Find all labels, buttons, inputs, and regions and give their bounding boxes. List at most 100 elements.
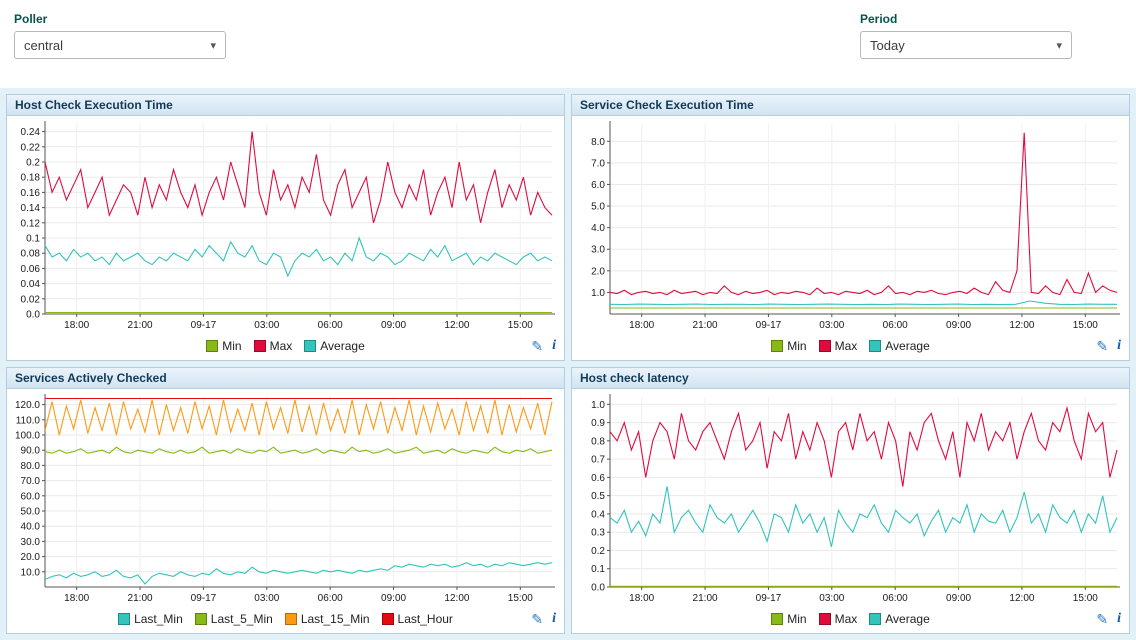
info-icon[interactable]: i <box>552 338 556 354</box>
svg-text:0.12: 0.12 <box>21 218 41 229</box>
svg-text:0.6: 0.6 <box>591 473 605 484</box>
edit-graph-icon[interactable]: ✎ <box>1096 611 1108 628</box>
svg-text:21:00: 21:00 <box>128 320 153 331</box>
legend-label: Min <box>787 612 806 626</box>
legend-label: Last_Hour <box>398 612 453 626</box>
legend-item-min[interactable]: Min <box>206 339 241 353</box>
svg-text:100.0: 100.0 <box>15 431 40 442</box>
svg-text:6.0: 6.0 <box>591 180 605 191</box>
svg-text:0.1: 0.1 <box>26 234 40 245</box>
svg-text:0.4: 0.4 <box>591 509 605 520</box>
svg-text:1.0: 1.0 <box>591 288 605 299</box>
panel-host-check-execution-time: Host Check Execution Time 0.240.220.20.1… <box>6 94 565 361</box>
legend-item-average[interactable]: Average <box>869 339 929 353</box>
service-check-execution-time-chart: 8.07.06.05.04.03.02.01.018:0021:0009-170… <box>572 116 1129 334</box>
poller-select-value: central <box>24 38 63 53</box>
legend-item-last_15_min[interactable]: Last_15_Min <box>285 612 370 626</box>
svg-text:12:00: 12:00 <box>444 593 469 604</box>
legend-item-last_min[interactable]: Last_Min <box>118 612 183 626</box>
filter-bar: Poller central ▾ Period Today ▾ <box>0 0 1136 88</box>
legend-swatch <box>304 340 316 352</box>
legend-label: Last_Min <box>134 612 183 626</box>
svg-text:2.0: 2.0 <box>591 266 605 277</box>
chevron-down-icon: ▾ <box>1056 39 1062 52</box>
poller-filter-group: Poller central ▾ <box>14 12 226 88</box>
period-select-value: Today <box>870 38 905 53</box>
svg-text:09:00: 09:00 <box>946 320 971 331</box>
svg-text:0.14: 0.14 <box>21 203 41 214</box>
svg-text:21:00: 21:00 <box>128 593 153 604</box>
period-select[interactable]: Today ▾ <box>860 31 1072 59</box>
poller-label: Poller <box>14 12 226 26</box>
svg-text:0.06: 0.06 <box>21 264 41 275</box>
legend-swatch <box>771 613 783 625</box>
host-check-latency-chart: 1.00.90.80.70.60.50.40.30.20.10.018:0021… <box>572 389 1129 607</box>
panel-services-actively-checked: Services Actively Checked 120.0110.0100.… <box>6 367 565 634</box>
svg-text:15:00: 15:00 <box>1073 593 1098 604</box>
charts-grid: Host Check Execution Time 0.240.220.20.1… <box>0 88 1136 640</box>
info-icon[interactable]: i <box>1117 611 1121 627</box>
svg-text:0.18: 0.18 <box>21 173 41 184</box>
svg-text:06:00: 06:00 <box>318 320 343 331</box>
period-filter-group: Period Today ▾ <box>860 12 1072 88</box>
svg-text:15:00: 15:00 <box>1073 320 1098 331</box>
svg-text:90.0: 90.0 <box>21 446 41 457</box>
legend-item-min[interactable]: Min <box>771 612 806 626</box>
chart-area: 0.240.220.20.180.160.140.120.10.080.060.… <box>7 116 564 334</box>
svg-text:110.0: 110.0 <box>16 415 41 426</box>
svg-text:12:00: 12:00 <box>1009 320 1034 331</box>
host-check-execution-time-chart: 0.240.220.20.180.160.140.120.10.080.060.… <box>7 116 564 334</box>
svg-text:0.5: 0.5 <box>591 491 605 502</box>
legend-item-max[interactable]: Max <box>819 339 858 353</box>
svg-text:1.0: 1.0 <box>591 400 605 411</box>
legend-label: Min <box>222 339 241 353</box>
svg-text:0.16: 0.16 <box>21 188 41 199</box>
legend-swatch <box>771 340 783 352</box>
svg-text:50.0: 50.0 <box>21 507 41 518</box>
legend-items: Last_Min Last_5_Min Last_15_Min Last_Hour <box>118 612 453 626</box>
svg-text:0.2: 0.2 <box>26 158 40 169</box>
legend-item-average[interactable]: Average <box>869 612 929 626</box>
legend-item-max[interactable]: Max <box>819 612 858 626</box>
svg-text:7.0: 7.0 <box>591 158 605 169</box>
svg-text:21:00: 21:00 <box>693 320 718 331</box>
svg-text:15:00: 15:00 <box>508 593 533 604</box>
legend-item-max[interactable]: Max <box>254 339 293 353</box>
panel-title: Service Check Execution Time <box>572 95 1129 116</box>
svg-text:20.0: 20.0 <box>21 552 41 563</box>
legend-label: Min <box>787 339 806 353</box>
svg-text:120.0: 120.0 <box>15 400 40 411</box>
legend-swatch <box>869 613 881 625</box>
info-icon[interactable]: i <box>552 611 556 627</box>
svg-text:80.0: 80.0 <box>21 461 41 472</box>
legend-item-min[interactable]: Min <box>771 339 806 353</box>
svg-text:4.0: 4.0 <box>591 223 605 234</box>
legend-swatch <box>869 340 881 352</box>
legend-item-last_hour[interactable]: Last_Hour <box>382 612 453 626</box>
svg-text:8.0: 8.0 <box>591 137 605 148</box>
svg-text:18:00: 18:00 <box>64 593 89 604</box>
svg-text:09:00: 09:00 <box>381 593 406 604</box>
legend-icons: ✎ i <box>1096 607 1121 631</box>
svg-text:0.3: 0.3 <box>591 528 605 539</box>
legend-item-last_5_min[interactable]: Last_5_Min <box>195 612 273 626</box>
poller-select[interactable]: central ▾ <box>14 31 226 59</box>
svg-text:15:00: 15:00 <box>508 320 533 331</box>
legend-label: Max <box>270 339 293 353</box>
legend-item-average[interactable]: Average <box>304 339 364 353</box>
legend-swatch <box>819 613 831 625</box>
edit-graph-icon[interactable]: ✎ <box>531 338 543 355</box>
svg-text:70.0: 70.0 <box>21 476 41 487</box>
svg-text:21:00: 21:00 <box>693 593 718 604</box>
svg-text:03:00: 03:00 <box>254 593 279 604</box>
edit-graph-icon[interactable]: ✎ <box>531 611 543 628</box>
services-actively-checked-chart: 120.0110.0100.090.080.070.060.050.040.03… <box>7 389 564 607</box>
edit-graph-icon[interactable]: ✎ <box>1096 338 1108 355</box>
svg-text:06:00: 06:00 <box>883 320 908 331</box>
svg-text:03:00: 03:00 <box>254 320 279 331</box>
legend-label: Last_5_Min <box>211 612 273 626</box>
chevron-down-icon: ▾ <box>210 39 216 52</box>
chart-legend-row: Last_Min Last_5_Min Last_15_Min Last_Hour ✎… <box>7 607 564 631</box>
info-icon[interactable]: i <box>1117 338 1121 354</box>
legend-swatch <box>254 340 266 352</box>
